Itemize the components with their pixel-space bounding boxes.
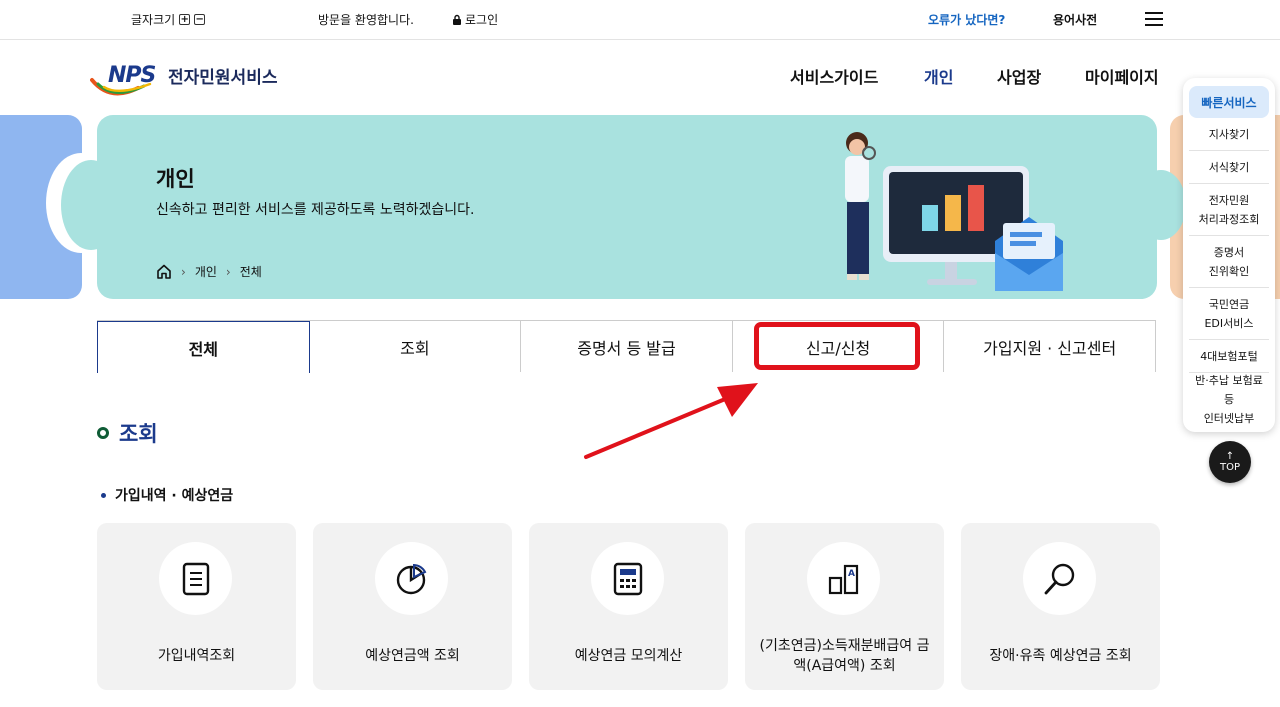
welcome-text: 방문을 환영합니다. xyxy=(318,13,414,27)
card-icon-circle xyxy=(1023,542,1096,615)
card-label: 예상연금액 조회 xyxy=(365,648,460,664)
login-label: 로그인 xyxy=(465,13,499,27)
breadcrumb: › 개인 › 전체 xyxy=(156,263,262,280)
subsection-bullet-icon xyxy=(101,492,106,498)
tab-highlight-box xyxy=(754,322,920,370)
chevron-right-icon: › xyxy=(181,264,186,279)
card-disability-survivor[interactable]: 장애·유족 예상연금 조회 xyxy=(961,523,1160,690)
card-expected-pension[interactable]: 예상연금액 조회 xyxy=(313,523,512,690)
error-report-link[interactable]: 오류가 났다면? xyxy=(928,11,1005,28)
card-redistribution-benefit[interactable]: A (기초연금)소득재분배급여 금액(A급여액) 조회 xyxy=(745,523,944,690)
quick-service-panel: 빠른서비스 지사찾기 서식찾기 전자민원 처리과정조회 증명서 진위확인 국민연… xyxy=(1183,78,1275,432)
card-icon-circle xyxy=(591,542,664,615)
section-title-text: 조회 xyxy=(119,422,158,446)
quick-item-branch[interactable]: 지사찾기 xyxy=(1189,118,1269,151)
top-label: TOP xyxy=(1219,462,1240,473)
calculator-icon xyxy=(613,562,642,595)
font-size-label: 글자크기 xyxy=(131,13,176,27)
card-enrollment-history[interactable]: 가입내역조회 xyxy=(97,523,296,690)
card-icon-circle xyxy=(375,542,448,615)
lock-icon xyxy=(453,14,461,25)
logo-service-name: 전자민원서비스 xyxy=(168,68,278,88)
page-subtitle: 신속하고 편리한 서비스를 제공하도록 노력하겠습니다. xyxy=(156,202,475,218)
utility-bar: 글자크기 + − 방문을 환영합니다. 로그인 오류가 났다면? 용어사전 xyxy=(0,0,1280,40)
svg-text:A: A xyxy=(848,569,855,579)
login-link[interactable]: 로그인 xyxy=(452,11,498,28)
tab-inquiry[interactable]: 조회 xyxy=(309,321,522,372)
breadcrumb-item[interactable]: 전체 xyxy=(240,263,262,280)
nav-personal[interactable]: 개인 xyxy=(924,64,953,88)
card-label: 장애·유족 예상연금 조회 xyxy=(989,648,1132,664)
hamburger-menu-icon[interactable] xyxy=(1145,12,1163,26)
tab-all[interactable]: 전체 xyxy=(97,321,310,373)
section-bullet-icon xyxy=(97,427,109,439)
home-icon[interactable] xyxy=(156,264,172,279)
page-title: 개인 xyxy=(156,167,195,191)
nav-mypage[interactable]: 마이페이지 xyxy=(1085,64,1159,88)
font-increase-button[interactable]: + xyxy=(179,14,191,25)
subsection-title-text: 가입내역 · 예상연금 xyxy=(115,488,234,504)
hero-banner: 개인 신속하고 편리한 서비스를 제공하도록 노력하겠습니다. › 개인 › 전… xyxy=(97,115,1157,299)
service-cards: 가입내역조회 예상연금액 조회 예상연금 모의계산 A (기초연금)소득재분배급… xyxy=(97,523,1160,690)
pie-chart-icon xyxy=(396,563,426,594)
quick-item-4insurance[interactable]: 4대보험포털 xyxy=(1189,340,1269,373)
dictionary-link[interactable]: 용어사전 xyxy=(1053,11,1097,28)
subsection-title: 가입내역 · 예상연금 xyxy=(101,485,233,505)
font-decrease-button[interactable]: − xyxy=(194,14,206,25)
card-label: 가입내역조회 xyxy=(157,648,236,664)
nav-business[interactable]: 사업장 xyxy=(997,64,1041,88)
banner-illustration xyxy=(845,132,1063,291)
tab-certificate[interactable]: 증명서 등 발급 xyxy=(521,321,733,372)
nav-service-guide[interactable]: 서비스가이드 xyxy=(790,64,878,88)
card-icon-circle xyxy=(159,542,232,615)
quick-item-edi[interactable]: 국민연금 EDI서비스 xyxy=(1189,288,1269,340)
red-arrow-annotation xyxy=(584,383,758,459)
quick-item-forms[interactable]: 서식찾기 xyxy=(1189,151,1269,184)
scroll-top-button[interactable]: ↑ TOP xyxy=(1209,441,1251,483)
tab-support-center[interactable]: 가입지원 · 신고센터 xyxy=(944,321,1156,372)
document-icon xyxy=(182,562,209,595)
card-label: (기초연금)소득재분배급여 금액(A급여액) 조회 xyxy=(759,638,930,674)
card-pension-simulation[interactable]: 예상연금 모의계산 xyxy=(529,523,728,690)
breadcrumb-item[interactable]: 개인 xyxy=(195,263,217,280)
card-icon-circle: A xyxy=(807,542,880,615)
quick-item-payment[interactable]: 반·추납 보험료등 인터넷납부 xyxy=(1189,373,1269,425)
arrow-up-icon: ↑ xyxy=(1225,451,1235,462)
chevron-right-icon: › xyxy=(225,264,231,279)
ab-compare-icon: A xyxy=(828,564,858,594)
site-logo[interactable]: NPS 전자민원서비스 xyxy=(90,60,290,100)
card-label: 예상연금 모의계산 xyxy=(574,648,683,664)
quick-item-verify[interactable]: 증명서 진위확인 xyxy=(1189,236,1269,288)
section-title: 조회 xyxy=(97,418,158,448)
magnifier-icon xyxy=(1044,563,1074,594)
logo-nps-text: NPS xyxy=(108,63,156,88)
quick-item-process[interactable]: 전자민원 처리과정조회 xyxy=(1189,184,1269,236)
category-tabs: 전체 조회 증명서 등 발급 신고/신청 가입지원 · 신고센터 xyxy=(97,320,1156,373)
font-size-control: 글자크기 + − xyxy=(131,11,206,28)
quick-service-title: 빠른서비스 xyxy=(1189,86,1269,118)
